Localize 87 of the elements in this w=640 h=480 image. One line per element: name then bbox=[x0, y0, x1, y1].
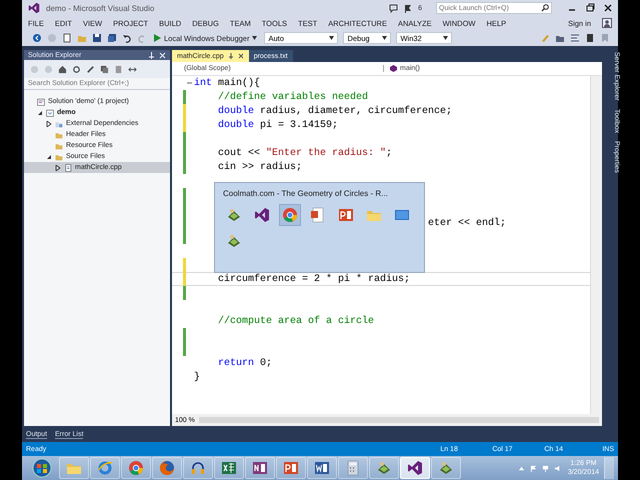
infinity-logo-icon bbox=[254, 207, 270, 223]
start-orb-icon[interactable] bbox=[32, 458, 52, 478]
folder-icon[interactable] bbox=[555, 33, 565, 43]
taskbar-button[interactable] bbox=[431, 457, 461, 479]
chat-icon bbox=[389, 4, 398, 12]
window-title: demo - Microsoft Visual Studio bbox=[46, 4, 156, 12]
search-icon bbox=[541, 4, 549, 12]
comment-icon[interactable] bbox=[570, 33, 580, 43]
code-line: eter << endl; bbox=[427, 218, 506, 228]
taskbar-button[interactable] bbox=[183, 457, 213, 479]
circuit-board-icon bbox=[438, 460, 454, 476]
code-line: //define variables needed bbox=[217, 92, 368, 102]
source-file-icon bbox=[64, 164, 72, 172]
play-icon bbox=[154, 34, 161, 42]
document-icon bbox=[314, 460, 330, 476]
restore-icon[interactable] bbox=[584, 3, 596, 13]
expander-icon[interactable] bbox=[46, 154, 52, 160]
properties-icon[interactable] bbox=[128, 64, 137, 74]
caret-icon bbox=[382, 36, 388, 40]
infinity-logo-icon bbox=[407, 460, 423, 476]
spreadsheet-icon bbox=[221, 460, 237, 476]
caret-icon bbox=[443, 36, 448, 40]
presentation-icon bbox=[338, 207, 354, 223]
window-thumbnail[interactable] bbox=[279, 204, 301, 226]
solution-icon bbox=[37, 98, 45, 106]
code-line: circumference = 2 * pi * radius; bbox=[217, 274, 410, 284]
caret-icon bbox=[252, 36, 258, 40]
vertical-scrollbar[interactable] bbox=[590, 76, 602, 414]
code-line: return 0; bbox=[217, 358, 272, 368]
horizontal-scrollbar[interactable] bbox=[198, 417, 599, 423]
new-item-icon[interactable] bbox=[62, 33, 72, 43]
globe-icon bbox=[159, 460, 175, 476]
taskbar-button[interactable] bbox=[307, 457, 337, 479]
expander-icon[interactable] bbox=[46, 120, 52, 126]
browser-icon bbox=[97, 460, 113, 476]
dependencies-folder-icon bbox=[55, 120, 63, 128]
code-line: double pi = 3.14159; bbox=[217, 120, 338, 130]
home-icon[interactable] bbox=[58, 64, 67, 74]
refresh-icon[interactable] bbox=[86, 64, 95, 74]
window-title: Coolmath.com - The Geometry of Circles - R... bbox=[223, 189, 389, 198]
code-line: int main(){ bbox=[194, 78, 260, 88]
pin-icon[interactable] bbox=[228, 53, 234, 59]
infinity-logo-icon bbox=[28, 2, 40, 14]
save-all-icon[interactable] bbox=[107, 33, 117, 43]
code-line: //compute area of a circle bbox=[217, 316, 374, 326]
project-icon bbox=[46, 108, 54, 116]
code-line: double radius, diameter, circumference; bbox=[217, 106, 452, 116]
taskbar-button[interactable] bbox=[245, 457, 275, 479]
presentation-icon bbox=[283, 460, 299, 476]
up-arrow-icon[interactable] bbox=[518, 464, 525, 472]
collapse-icon[interactable] bbox=[187, 80, 193, 86]
circuit-board-icon bbox=[376, 460, 392, 476]
taskbar-button[interactable] bbox=[152, 457, 182, 479]
expander-icon[interactable] bbox=[55, 164, 61, 170]
files-icon[interactable] bbox=[114, 64, 123, 74]
close-icon[interactable] bbox=[238, 53, 244, 59]
tricolor-circle-icon bbox=[128, 460, 144, 476]
expander-icon[interactable] bbox=[37, 110, 43, 116]
user-icon[interactable] bbox=[602, 18, 612, 28]
caret-icon bbox=[329, 36, 334, 40]
screen-icon bbox=[394, 207, 410, 223]
network-icon[interactable] bbox=[542, 464, 549, 472]
taskbar-button[interactable] bbox=[214, 457, 244, 479]
collapse-icon[interactable] bbox=[100, 64, 109, 74]
save-icon[interactable] bbox=[92, 33, 102, 43]
code-line: } bbox=[194, 372, 200, 382]
calculator-icon bbox=[345, 460, 361, 476]
undo-icon[interactable] bbox=[122, 33, 132, 43]
taskbar-button[interactable] bbox=[276, 457, 306, 479]
circuit-board-icon bbox=[226, 207, 242, 223]
stop-icon[interactable] bbox=[585, 33, 595, 43]
close-icon[interactable] bbox=[602, 3, 614, 13]
flag-icon bbox=[404, 4, 412, 12]
code-line: cin >> radius; bbox=[217, 162, 302, 172]
speaker-icon[interactable] bbox=[554, 464, 561, 472]
document-icon bbox=[310, 207, 326, 223]
code-line: cout << "Enter the radius: "; bbox=[217, 148, 392, 158]
taskbar-button[interactable] bbox=[369, 457, 399, 479]
tricolor-circle-icon bbox=[282, 207, 298, 223]
notebook-icon bbox=[252, 460, 268, 476]
taskbar-button[interactable] bbox=[400, 457, 430, 479]
headphones-icon bbox=[190, 460, 206, 476]
method-icon bbox=[390, 65, 397, 72]
flag-icon[interactable] bbox=[530, 464, 537, 472]
sync-icon[interactable] bbox=[72, 64, 81, 74]
circuit-board-icon bbox=[226, 233, 242, 249]
back-icon[interactable] bbox=[32, 33, 42, 43]
